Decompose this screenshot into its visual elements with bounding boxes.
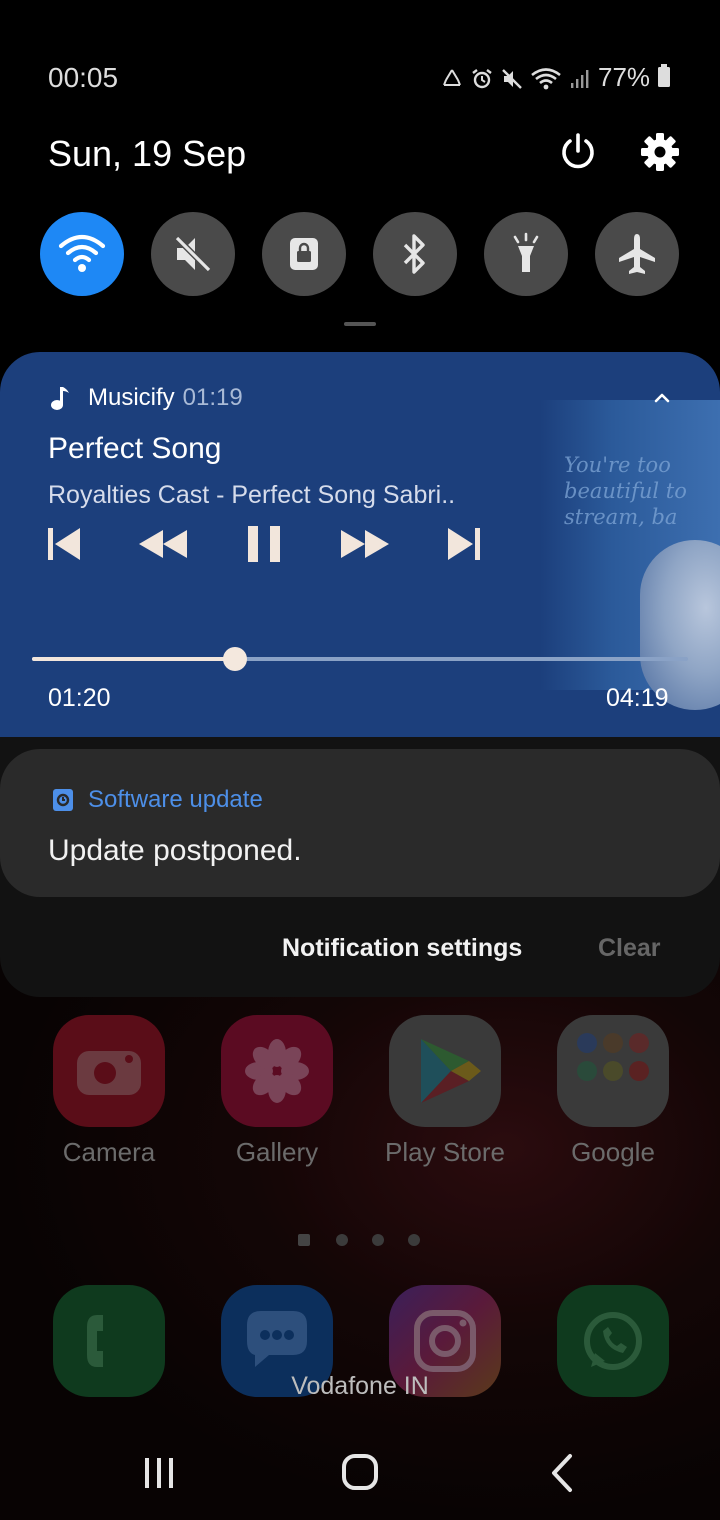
software-update-header: Software update: [52, 786, 263, 814]
settings-button[interactable]: [638, 130, 682, 174]
song-title: Perfect Song: [48, 432, 222, 465]
mute-icon: [502, 69, 522, 89]
power-button[interactable]: [556, 130, 600, 174]
page-dot: [372, 1234, 384, 1246]
screen-lock-toggle[interactable]: [262, 212, 346, 296]
flashlight-toggle[interactable]: [484, 212, 568, 296]
flashlight-icon: [513, 232, 539, 272]
rewind-button[interactable]: [136, 524, 190, 564]
elapsed-time: 01:20: [48, 684, 111, 712]
app-label: Play Store: [385, 1137, 505, 1167]
play-store-app[interactable]: Play Store: [360, 1015, 530, 1168]
gallery-app[interactable]: Gallery: [192, 1015, 362, 1168]
collapse-button[interactable]: [650, 385, 674, 409]
home-app-grid: Camera Gallery Play Store Google: [0, 1015, 720, 1175]
chevron-up-icon: [654, 393, 670, 403]
date-label: Sun, 19 Sep: [48, 133, 247, 174]
status-icons: [440, 62, 592, 96]
music-note-icon: [51, 387, 69, 410]
page-dot: [336, 1234, 348, 1246]
airplane-toggle[interactable]: [595, 212, 679, 296]
status-time: 00:05: [48, 62, 119, 93]
google-folder-icon: [557, 1015, 669, 1127]
sound-toggle[interactable]: [151, 212, 235, 296]
skip-next-icon: [448, 528, 480, 560]
wifi-icon: [531, 68, 561, 90]
recycle-icon: [443, 69, 461, 86]
carrier-label: Vodafone IN: [291, 1372, 429, 1400]
camera-app[interactable]: Camera: [24, 1015, 194, 1168]
software-update-notification[interactable]: [0, 749, 720, 897]
fast-forward-button[interactable]: [338, 524, 392, 564]
camera-icon: [53, 1015, 165, 1127]
play-store-icon: [389, 1015, 501, 1127]
media-app-header: Musicify 01:19: [48, 384, 243, 412]
album-art: You're too beautiful to stream, ba: [540, 400, 720, 710]
back-button[interactable]: [522, 1450, 602, 1496]
wifi-toggle[interactable]: [40, 212, 124, 296]
app-label: Camera: [62, 1137, 156, 1167]
clear-button[interactable]: Clear: [598, 934, 661, 963]
fast-forward-icon: [341, 530, 389, 558]
page-dot: [408, 1234, 420, 1246]
gallery-icon: [221, 1015, 333, 1127]
home-icon: [342, 1454, 378, 1490]
airplane-icon: [619, 234, 655, 274]
battery-icon: [658, 64, 671, 87]
home-button[interactable]: [320, 1450, 400, 1496]
media-app-name: Musicify: [88, 384, 175, 411]
wifi-icon: [58, 234, 106, 272]
battery-percent-text: 77%: [598, 62, 651, 92]
software-update-message: Update postponed.: [48, 834, 302, 867]
page-indicator: [290, 1232, 440, 1248]
bluetooth-icon: [403, 234, 425, 274]
battery-percent: 77%: [598, 62, 671, 93]
quick-settings: [40, 212, 680, 296]
google-folder-app[interactable]: Google: [528, 1015, 698, 1168]
back-icon: [552, 1454, 572, 1492]
next-track-button[interactable]: [444, 524, 484, 564]
navigation-bar: [0, 1420, 720, 1520]
album-art-text: You're too beautiful to stream, ba: [564, 453, 687, 529]
seek-bar-thumb[interactable]: [222, 647, 247, 671]
app-label: Google: [571, 1137, 655, 1167]
rewind-icon: [139, 530, 187, 558]
seek-bar[interactable]: [32, 647, 688, 671]
bluetooth-toggle[interactable]: [373, 212, 457, 296]
notification-settings-button[interactable]: Notification settings: [282, 934, 522, 963]
previous-track-button[interactable]: [44, 524, 84, 564]
skip-previous-icon: [48, 528, 80, 560]
seek-bar-progress: [32, 657, 235, 661]
pause-icon: [248, 526, 280, 562]
gear-icon: [641, 133, 679, 171]
home-dot: [298, 1234, 310, 1246]
power-icon: [562, 133, 594, 169]
app-label: Gallery: [235, 1137, 319, 1167]
lock-icon: [290, 238, 318, 270]
pause-button[interactable]: [244, 524, 284, 564]
mute-icon: [174, 235, 212, 273]
software-update-icon: [53, 789, 73, 811]
signal-icon: [571, 70, 589, 88]
recents-button[interactable]: [119, 1450, 199, 1496]
total-time: 04:19: [606, 684, 669, 712]
alarm-icon: [472, 69, 492, 89]
media-notification-time: 01:19: [182, 384, 243, 411]
recents-icon: [145, 1458, 173, 1488]
panel-drag-handle[interactable]: [344, 322, 376, 326]
software-update-app-name: Software update: [88, 786, 263, 813]
song-artist: Royalties Cast - Perfect Song Sabri..: [48, 481, 456, 509]
